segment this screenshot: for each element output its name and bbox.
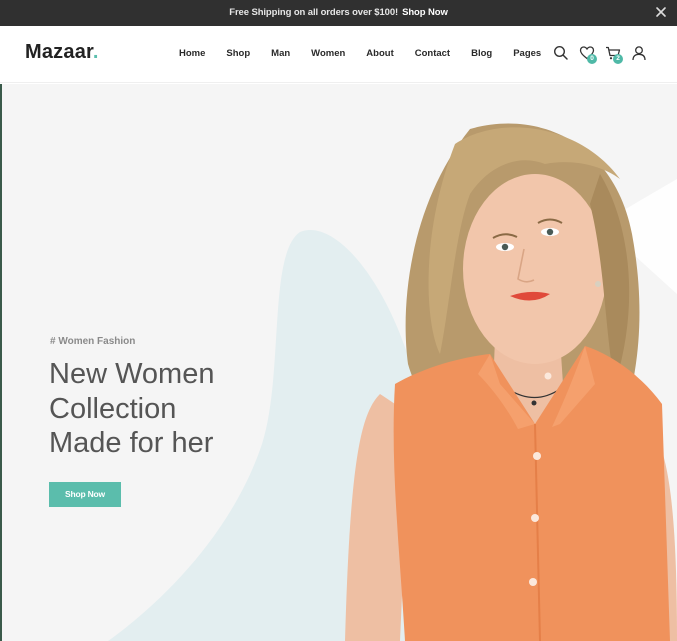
hero-headline: New Women Collection Made for her [49,357,329,461]
nav-shop[interactable]: Shop [226,48,250,59]
nav-women[interactable]: Women [311,48,345,59]
logo[interactable]: Mazaar. [25,41,99,64]
site-header: Mazaar. Home Shop Man Women About Contac… [0,26,677,83]
user-icon[interactable] [629,43,649,63]
announcement-shop-link[interactable]: Shop Now [402,7,448,18]
nav-man[interactable]: Man [271,48,290,59]
nav-blog[interactable]: Blog [471,48,492,59]
nav-pages[interactable]: Pages [513,48,541,59]
cart-count-badge: 2 [613,54,623,64]
announcement-bar: Free Shipping on all orders over $100! Sh… [0,0,677,26]
hero-headline-line-2: Collection [49,392,177,425]
logo-text: Mazaar [25,41,93,63]
hero-headline-line-1: New Women [49,358,215,390]
hero-shop-now-button[interactable]: Shop Now [49,482,121,507]
header-actions: 0 2 [545,43,649,64]
hero-banner: # Women Fashion New Women Collection Mad… [0,84,677,641]
wishlist-count-badge: 0 [587,54,597,64]
nav-about[interactable]: About [366,48,393,59]
announcement-text: Free Shipping on all orders over $100! [229,7,399,18]
nav-contact[interactable]: Contact [415,48,450,59]
wishlist-button[interactable]: 0 [577,43,597,64]
search-icon[interactable] [551,43,571,63]
main-nav: Home Shop Man Women About Contact Blog P… [179,48,562,59]
hero-headline-line-3: Made for her [49,427,214,459]
hero-tag: # Women Fashion [50,336,136,347]
announcement-message: Free Shipping on all orders over $100! Sh… [0,0,677,26]
nav-home[interactable]: Home [179,48,205,59]
logo-dot: . [92,41,99,63]
cart-button[interactable]: 2 [603,43,623,64]
close-icon[interactable] [654,5,668,19]
